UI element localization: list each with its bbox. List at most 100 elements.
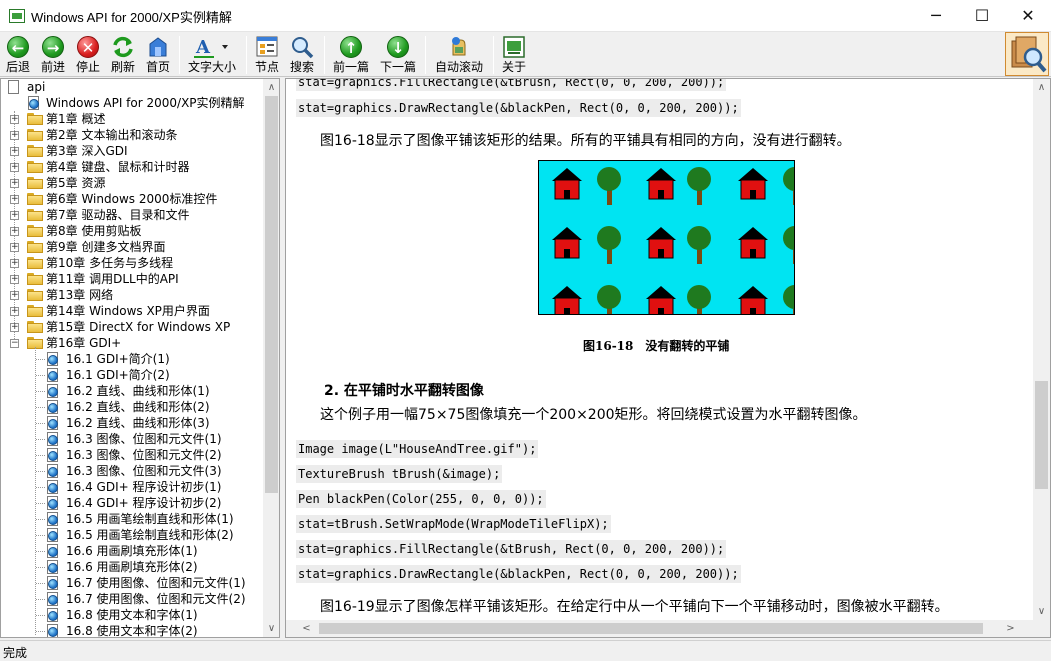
code-line: stat=tBrush.SetWrapMode(WrapModeTileFlip…	[296, 515, 611, 533]
tree-section[interactable]: 16.5 用画笔绘制直线和形体(1)	[1, 511, 263, 527]
tree-chapter[interactable]: + 第5章 资源	[1, 175, 263, 191]
tree-chapter[interactable]: + 第1章 概述	[1, 111, 263, 127]
tree-section[interactable]: 16.8 使用文本和字体(2)	[1, 623, 263, 637]
tree-icon	[783, 167, 794, 191]
search-button[interactable]: 搜索	[287, 34, 317, 76]
tree-chapter[interactable]: + 第2章 文本输出和滚动条	[1, 127, 263, 143]
page-icon	[46, 512, 59, 526]
page-icon	[46, 608, 59, 622]
folder-icon	[27, 193, 43, 205]
tree-section[interactable]: 16.2 直线、曲线和形体(2)	[1, 399, 263, 415]
scroll-up-arrow-icon[interactable]: ∧	[263, 79, 279, 96]
scroll-down-arrow-icon[interactable]: ∨	[263, 620, 279, 637]
folder-icon	[27, 113, 43, 125]
code-line: stat=graphics.DrawRectangle(&blackPen, R…	[296, 565, 741, 583]
folder-icon	[27, 225, 43, 237]
tree-chapter[interactable]: + 第8章 使用剪贴板	[1, 223, 263, 239]
content-horizontal-scrollbar[interactable]: < >	[286, 620, 1033, 637]
tree-section[interactable]: 16.2 直线、曲线和形体(3)	[1, 415, 263, 431]
expand-plus-icon[interactable]: +	[10, 275, 19, 284]
tree-section[interactable]: 16.1 GDI+简介(1)	[1, 351, 263, 367]
nodes-button[interactable]: 节点	[252, 34, 282, 76]
about-button[interactable]: 关于	[499, 34, 529, 76]
tree-section[interactable]: 16.7 使用图像、位图和元文件(1)	[1, 575, 263, 591]
font-size-button[interactable]: A 文字大小	[186, 34, 238, 76]
tree-chapter[interactable]: + 第10章 多任务与多线程	[1, 255, 263, 271]
page-icon	[46, 384, 59, 398]
content-view: stat=graphics.FillRectangle(&tBrush, Rec…	[285, 78, 1051, 638]
house-roof-icon	[646, 168, 676, 181]
scroll-up-arrow-icon[interactable]: ∧	[1033, 79, 1050, 96]
code-line: Image image(L"HouseAndTree.gif");	[296, 440, 539, 458]
expand-plus-icon[interactable]: +	[10, 243, 19, 252]
close-button[interactable]: ✕	[1005, 0, 1051, 32]
tree-chapter[interactable]: + 第7章 驱动器、目录和文件	[1, 207, 263, 223]
expand-plus-icon[interactable]: +	[10, 195, 19, 204]
stop-button[interactable]: ✕ 停止	[73, 34, 103, 76]
folder-icon	[27, 257, 43, 269]
tree-section[interactable]: 16.2 直线、曲线和形体(1)	[1, 383, 263, 399]
tree-section[interactable]: 16.7 使用图像、位图和元文件(2)	[1, 591, 263, 607]
expand-plus-icon[interactable]: +	[10, 131, 19, 140]
prev-article-button[interactable]: ↑ 前一篇	[331, 34, 371, 76]
expand-plus-icon[interactable]: +	[10, 147, 19, 156]
scroll-down-arrow-icon[interactable]: ∨	[1033, 603, 1050, 620]
app-icon	[9, 9, 25, 23]
forward-button[interactable]: → 前进	[38, 34, 68, 76]
expand-plus-icon[interactable]: +	[10, 163, 19, 172]
tree-chapter[interactable]: + 第15章 DirectX for Windows XP	[1, 319, 263, 335]
house-roof-icon	[738, 168, 768, 181]
tree-section[interactable]: 16.5 用画笔绘制直线和形体(2)	[1, 527, 263, 543]
tree-section[interactable]: 16.3 图像、位图和元文件(1)	[1, 431, 263, 447]
scrollbar-thumb[interactable]	[319, 623, 983, 634]
house-roof-icon	[552, 168, 582, 181]
refresh-button[interactable]: 刷新	[108, 34, 138, 76]
tree-chapter[interactable]: + 第11章 调用DLL中的API	[1, 271, 263, 287]
tree-chapter[interactable]: + 第14章 Windows XP用户界面	[1, 303, 263, 319]
tree-root[interactable]: api	[1, 79, 263, 95]
expand-plus-icon[interactable]: +	[10, 291, 19, 300]
page-icon	[46, 400, 59, 414]
tree-section[interactable]: 16.3 图像、位图和元文件(2)	[1, 447, 263, 463]
expand-plus-icon[interactable]: +	[10, 115, 19, 124]
next-article-button[interactable]: ↓ 下一篇	[378, 34, 418, 76]
scroll-left-arrow-icon[interactable]: <	[298, 620, 315, 637]
tree-section[interactable]: 16.4 GDI+ 程序设计初步(1)	[1, 479, 263, 495]
home-button[interactable]: 首页	[143, 34, 173, 76]
scrollbar-thumb[interactable]	[265, 96, 278, 493]
maximize-button[interactable]: ☐	[959, 0, 1005, 32]
tree-section[interactable]: 16.6 用画刷填充形体(1)	[1, 543, 263, 559]
expand-plus-icon[interactable]: +	[10, 227, 19, 236]
tree-section[interactable]: 16.1 GDI+简介(2)	[1, 367, 263, 383]
tree-section[interactable]: 16.6 用画刷填充形体(2)	[1, 559, 263, 575]
nodes-icon	[255, 35, 279, 59]
tree-section[interactable]: 16.4 GDI+ 程序设计初步(2)	[1, 495, 263, 511]
folder-icon	[27, 241, 43, 253]
logo-icon	[1005, 32, 1049, 76]
tree-chapter[interactable]: + 第13章 网络	[1, 287, 263, 303]
auto-scroll-button[interactable]: 自动滚动	[432, 34, 486, 76]
code-line: stat=graphics.FillRectangle(&tBrush, Rec…	[296, 79, 727, 91]
scroll-right-arrow-icon[interactable]: >	[1002, 620, 1019, 637]
expand-plus-icon[interactable]: +	[10, 211, 19, 220]
tree-section[interactable]: 16.8 使用文本和字体(1)	[1, 607, 263, 623]
tree-chapter[interactable]: + 第9章 创建多文档界面	[1, 239, 263, 255]
expand-plus-icon[interactable]: +	[10, 179, 19, 188]
scrollbar-thumb[interactable]	[1035, 381, 1048, 489]
tree-chapter[interactable]: + 第3章 深入GDI	[1, 143, 263, 159]
content-vertical-scrollbar[interactable]: ∧ ∨	[1033, 79, 1050, 620]
expand-plus-icon[interactable]: +	[10, 307, 19, 316]
expand-plus-icon[interactable]: +	[10, 323, 19, 332]
tree-view[interactable]: api Windows API for 2000/XP实例精解 + 第1章 概述…	[0, 78, 280, 638]
tree-section[interactable]: 16.3 图像、位图和元文件(3)	[1, 463, 263, 479]
expand-plus-icon[interactable]: +	[10, 259, 19, 268]
tree-chapter[interactable]: + 第4章 键盘、鼠标和计时器	[1, 159, 263, 175]
minimize-button[interactable]: ─	[913, 0, 959, 32]
tree-chapter[interactable]: + 第6章 Windows 2000标准控件	[1, 191, 263, 207]
back-button[interactable]: ← 后退	[3, 34, 33, 76]
folder-icon	[27, 209, 43, 221]
tree-chapter-open[interactable]: − 第16章 GDI+	[1, 335, 263, 351]
tree-item-book[interactable]: Windows API for 2000/XP实例精解	[1, 95, 263, 111]
collapse-minus-icon[interactable]: −	[10, 339, 19, 348]
tree-vertical-scrollbar[interactable]: ∧ ∨	[263, 79, 279, 637]
